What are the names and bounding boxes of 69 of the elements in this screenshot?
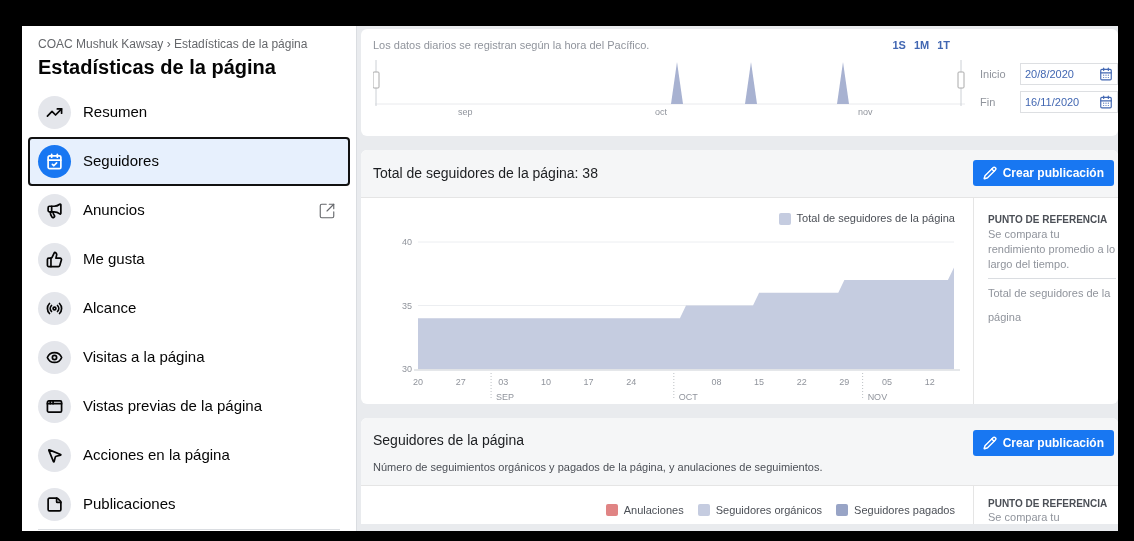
month-label: SEP — [496, 391, 515, 402]
legend-swatch — [778, 212, 791, 225]
x-tick-label: 08 — [711, 376, 722, 387]
x-tick-label: 20 — [413, 376, 423, 387]
x-tick-label: 15 — [754, 376, 765, 387]
sidebar-item[interactable]: Resumen — [28, 88, 350, 137]
pointer-icon — [38, 439, 71, 472]
breadcrumb: COAC Mushuk Kawsay › Estadísticas de la página — [37, 36, 309, 52]
benchmark-text: Se compara tu — [988, 511, 1061, 524]
legend-label: Anulaciones — [623, 502, 684, 518]
x-tick-label: 05 — [882, 376, 892, 387]
sidebar-item[interactable]: Anuncios — [28, 186, 350, 235]
range-handle[interactable] — [373, 59, 380, 106]
sidebar-item[interactable]: Vistas previas de la página — [28, 382, 350, 431]
benchmark-heading: PUNTO DE REFERENCIA — [988, 212, 1109, 227]
x-tick-label: 22 — [796, 376, 807, 387]
legend-label: Seguidores orgánicos — [715, 502, 823, 518]
period-link[interactable]: 1S — [892, 37, 906, 54]
calendar-check-icon — [38, 145, 71, 178]
date-field[interactable]: 16/11/2020 — [1020, 91, 1118, 113]
sidebar-item[interactable]: Visitas a la página — [28, 333, 350, 382]
month-label: NOV — [867, 391, 888, 402]
sidebar-item[interactable]: Alcance — [28, 284, 350, 333]
browser-window-icon — [38, 390, 71, 423]
eye-icon — [38, 341, 71, 374]
card-title: Total de seguidores de la página: 38 — [373, 163, 598, 183]
legend-label: Seguidores pagados — [854, 502, 955, 518]
y-tick-label: 40 — [402, 236, 412, 247]
megaphone-icon — [38, 194, 71, 227]
period-link[interactable]: 1T — [937, 37, 950, 54]
month-label: sep — [458, 105, 473, 119]
calendar-icon[interactable] — [1099, 95, 1113, 109]
period-link[interactable]: 1M — [913, 37, 930, 54]
card-title: Seguidores de la página — [373, 430, 525, 450]
range-handle[interactable] — [957, 59, 965, 106]
date-field[interactable]: 20/8/2020 — [1020, 63, 1118, 85]
sidebar-item[interactable]: Publicaciones — [28, 480, 350, 529]
date-label: Inicio — [980, 66, 1007, 82]
calendar-icon[interactable] — [1099, 67, 1113, 81]
month-label: OCT — [678, 391, 698, 402]
create-post-button[interactable]: Crear publicación — [972, 429, 1114, 456]
sidebar-item[interactable]: Acciones en la página — [28, 431, 350, 480]
y-tick-label: 30 — [402, 363, 412, 374]
pencil-icon — [982, 435, 997, 450]
x-tick-label: 10 — [540, 376, 551, 387]
sidebar-item[interactable]: Seguidores — [28, 137, 350, 186]
x-tick-label: 24 — [626, 376, 637, 387]
month-label: nov — [858, 105, 873, 119]
benchmark-metric: Total de seguidores de la página — [988, 285, 1112, 325]
sidebar-item[interactable]: Me gusta — [28, 235, 350, 284]
x-tick-label: 29 — [839, 376, 850, 387]
benchmark-heading: PUNTO DE REFERENCIA — [988, 497, 1109, 511]
thumbs-up-icon — [38, 243, 71, 276]
date-label: Fin — [980, 94, 997, 110]
benchmark-text: Se compara tu rendimiento promedio a lo largo del tiempo. — [988, 226, 1116, 279]
broadcast-icon — [38, 292, 71, 325]
y-tick-label: 35 — [402, 300, 412, 310]
create-post-button[interactable]: Crear publicación — [972, 160, 1114, 186]
month-label: oct — [655, 105, 667, 119]
x-tick-label: 17 — [583, 376, 594, 387]
x-tick-label: 27 — [455, 376, 466, 387]
note-icon — [38, 488, 71, 521]
x-tick-label: 12 — [924, 376, 935, 387]
page-title: Estadísticas de la página — [37, 55, 277, 80]
timezone-note: Los datos diarios se registran según la hora del Pacífico. — [373, 38, 651, 53]
pencil-icon — [982, 166, 997, 180]
legend-label: Total de seguidores de la página — [796, 211, 955, 227]
card-subtitle: Número de seguimientos orgánicos y pagados de la página, y anulaciones de seguimientos. — [373, 459, 823, 475]
x-tick-label: 03 — [498, 376, 509, 387]
